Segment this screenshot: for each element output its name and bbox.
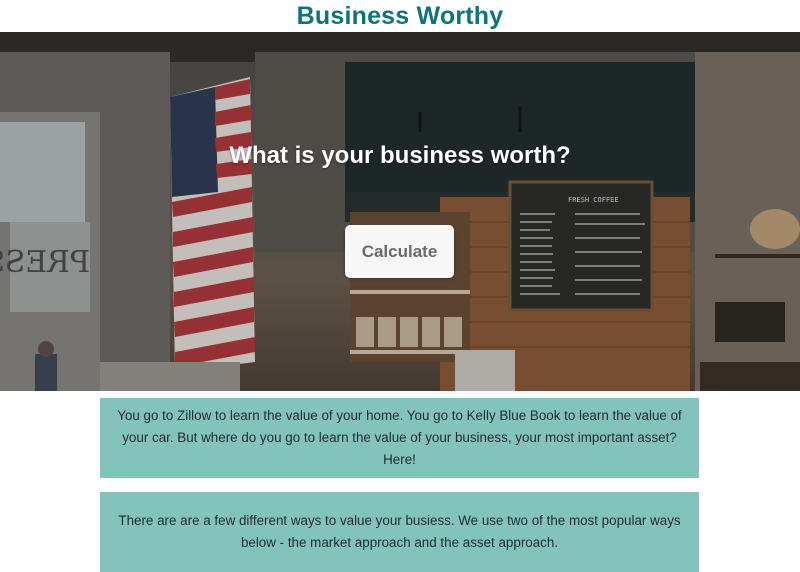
info-text-methods: There are are a few different ways to va… bbox=[118, 513, 681, 550]
site-title[interactable]: Business Worthy bbox=[297, 2, 504, 31]
calculate-button[interactable]: Calculate bbox=[345, 225, 454, 278]
hero-overlay bbox=[0, 32, 800, 391]
info-box-intro: You go to Zillow to learn the value of y… bbox=[100, 398, 699, 478]
site-header: Business Worthy bbox=[0, 0, 800, 32]
hero-heading: What is your business worth? bbox=[229, 142, 571, 169]
hero-banner: PRESS bbox=[0, 32, 800, 391]
info-box-methods: There are are a few different ways to va… bbox=[100, 492, 699, 572]
info-text-intro: You go to Zillow to learn the value of y… bbox=[117, 408, 682, 467]
